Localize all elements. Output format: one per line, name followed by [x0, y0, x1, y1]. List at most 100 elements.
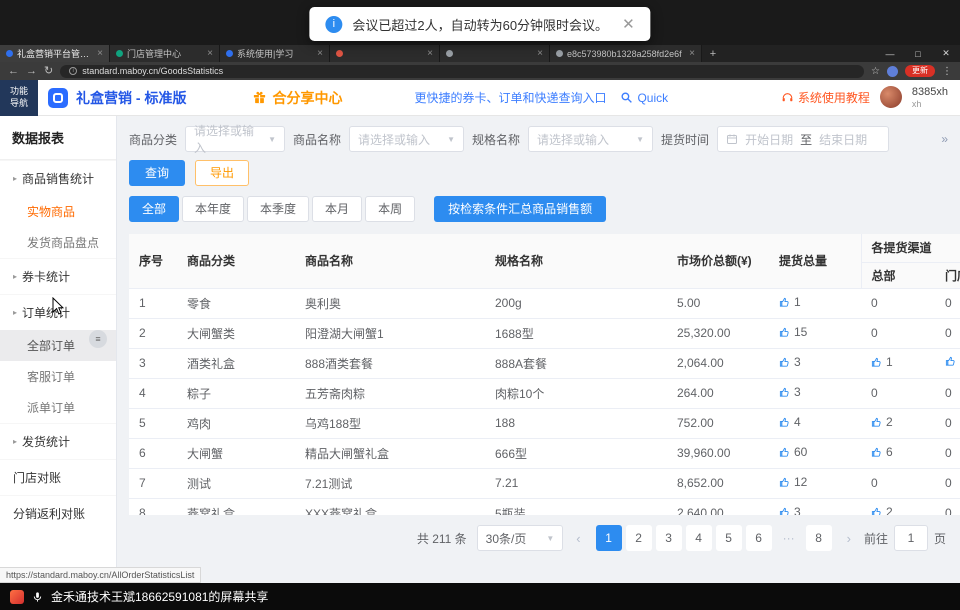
- period-tab[interactable]: 本周: [365, 196, 415, 222]
- minimize-button[interactable]: —: [876, 45, 904, 62]
- sidebar-item[interactable]: ▸发货统计: [0, 423, 116, 459]
- reload-icon[interactable]: ↻: [44, 66, 53, 77]
- browser-tab[interactable]: 礼盒营销平台管理中心×: [0, 45, 110, 62]
- sidebar-item[interactable]: ▸券卡统计: [0, 258, 116, 294]
- window-controls: — □ ✕: [876, 45, 960, 62]
- sidebar-item[interactable]: ▸商品销售统计: [0, 160, 116, 196]
- tab-close-icon[interactable]: ×: [427, 48, 433, 59]
- meeting-app-icon: [10, 590, 24, 604]
- pagination-bar: 共 211 条 30条/页 ▼ ‹ 123456···8 › 前往 页: [129, 525, 960, 551]
- pagination-page[interactable]: 4: [686, 525, 712, 551]
- bookmark-star-icon[interactable]: ☆: [871, 66, 880, 77]
- sidebar-collapse-handle[interactable]: ≡: [89, 330, 107, 348]
- app-title: 礼盒营销 - 标准版: [76, 88, 186, 108]
- url-field[interactable]: i standard.maboy.cn/GoodsStatistics: [60, 65, 864, 78]
- chevron-down-icon: ▼: [636, 135, 644, 144]
- quick-label: Quick: [637, 91, 668, 105]
- site-info-icon[interactable]: i: [69, 67, 77, 75]
- tutorial-link[interactable]: 系统使用教程: [781, 89, 870, 106]
- browser-tab[interactable]: ×: [330, 45, 440, 62]
- cell-store: 0: [935, 318, 960, 348]
- sidebar-item[interactable]: 派单订单: [0, 392, 116, 423]
- close-window-button[interactable]: ✕: [932, 45, 960, 62]
- prev-page-icon[interactable]: ‹: [573, 531, 583, 546]
- qty-value: 0: [871, 326, 878, 340]
- close-icon[interactable]: ✕: [622, 15, 635, 33]
- tab-title: 系统使用|学习: [237, 47, 313, 60]
- pagination-page[interactable]: 1: [596, 525, 622, 551]
- quick-search-link[interactable]: Quick: [620, 91, 668, 105]
- search-button[interactable]: 查询: [129, 160, 185, 186]
- jump-suffix: 页: [934, 530, 946, 547]
- browser-menu-icon[interactable]: ⋮: [942, 66, 952, 77]
- sidebar-item[interactable]: 分销返利对账: [0, 495, 116, 531]
- share-center-label: 合分享中心: [272, 88, 342, 108]
- browser-tab[interactable]: ×: [440, 45, 550, 62]
- user-info[interactable]: 8385xh xh: [912, 86, 948, 109]
- browser-tab[interactable]: 系统使用|学习 ×: [220, 45, 330, 62]
- browser-update-button[interactable]: 更新: [905, 65, 935, 77]
- page-size-select[interactable]: 30条/页 ▼: [477, 525, 564, 551]
- username: 8385xh: [912, 86, 948, 99]
- url-text: standard.maboy.cn/GoodsStatistics: [82, 66, 223, 76]
- maximize-button[interactable]: □: [904, 45, 932, 62]
- toast-message: 会议已超过2人，自动转为60分钟限时会议。: [352, 15, 608, 34]
- pagination-page[interactable]: 2: [626, 525, 652, 551]
- chevron-down-icon: ▼: [447, 135, 455, 144]
- browser-tab[interactable]: 门店管理中心×: [110, 45, 220, 62]
- period-tab[interactable]: 本季度: [247, 196, 309, 222]
- period-tab[interactable]: 本年度: [182, 196, 244, 222]
- pagination-page[interactable]: 8: [806, 525, 832, 551]
- category-placeholder: 请选择或输入: [194, 122, 262, 156]
- pagination-page[interactable]: 5: [716, 525, 742, 551]
- sidebar-item[interactable]: 发货商品盘点: [0, 227, 116, 258]
- tab-close-icon[interactable]: ×: [97, 48, 103, 59]
- cell-hq: 6: [861, 438, 935, 468]
- tab-close-icon[interactable]: ×: [537, 48, 543, 59]
- qty-value: 2: [886, 505, 893, 515]
- cell-hq: 0: [861, 378, 935, 408]
- new-tab-button[interactable]: +: [702, 45, 724, 62]
- forward-icon[interactable]: →: [26, 66, 37, 77]
- spec-select[interactable]: 请选择或输入 ▼: [528, 126, 653, 152]
- filter-label-name: 商品名称: [293, 131, 341, 148]
- pick-icon: [871, 357, 882, 368]
- cell-hq: 2: [861, 408, 935, 438]
- cell-name: 7.21测试: [295, 468, 485, 498]
- tab-close-icon[interactable]: ×: [317, 48, 323, 59]
- period-tab[interactable]: 全部: [129, 196, 179, 222]
- sidebar-item[interactable]: 实物商品: [0, 196, 116, 227]
- profile-avatar-icon[interactable]: [887, 66, 898, 77]
- period-tab[interactable]: 本月: [312, 196, 362, 222]
- tab-close-icon[interactable]: ×: [207, 48, 213, 59]
- name-select[interactable]: 请选择或输入 ▼: [349, 126, 464, 152]
- collapse-filters-icon[interactable]: »: [941, 132, 960, 146]
- back-icon[interactable]: ←: [8, 66, 19, 77]
- cell-total: 12: [769, 468, 861, 498]
- cell-no: 6: [129, 438, 177, 468]
- tab-close-icon[interactable]: ×: [689, 48, 695, 59]
- share-center-link[interactable]: 合分享中心: [252, 88, 342, 108]
- chevron-down-icon: ▼: [268, 135, 276, 144]
- col-header-store: 门店: [935, 262, 960, 288]
- cell-store: 0: [935, 468, 960, 498]
- summary-button[interactable]: 按检索条件汇总商品销售额: [434, 196, 606, 222]
- link-status-tooltip: https://standard.maboy.cn/AllOrderStatis…: [0, 567, 201, 583]
- next-page-icon[interactable]: ›: [844, 531, 854, 546]
- pagination-page[interactable]: 6: [746, 525, 772, 551]
- chevron-right-icon: ▸: [13, 272, 17, 281]
- category-select[interactable]: 请选择或输入 ▼: [185, 126, 285, 152]
- qty-value: 1: [794, 295, 801, 309]
- gift-icon: [252, 90, 267, 105]
- pagination-page[interactable]: 3: [656, 525, 682, 551]
- sidebar-item[interactable]: 门店对账: [0, 459, 116, 495]
- col-header-spec: 规格名称: [485, 234, 667, 288]
- browser-tab[interactable]: e8c573980b1328a258fd2e6f×: [550, 45, 702, 62]
- sidebar-item[interactable]: 客服订单: [0, 361, 116, 392]
- function-nav-button[interactable]: 功能 导航: [0, 80, 38, 116]
- action-row: 查询 导出: [129, 160, 960, 186]
- pickup-date-range[interactable]: 开始日期 至 结束日期: [717, 126, 889, 152]
- jump-page-input[interactable]: [894, 525, 928, 551]
- export-button[interactable]: 导出: [195, 160, 249, 186]
- user-avatar[interactable]: [880, 86, 902, 108]
